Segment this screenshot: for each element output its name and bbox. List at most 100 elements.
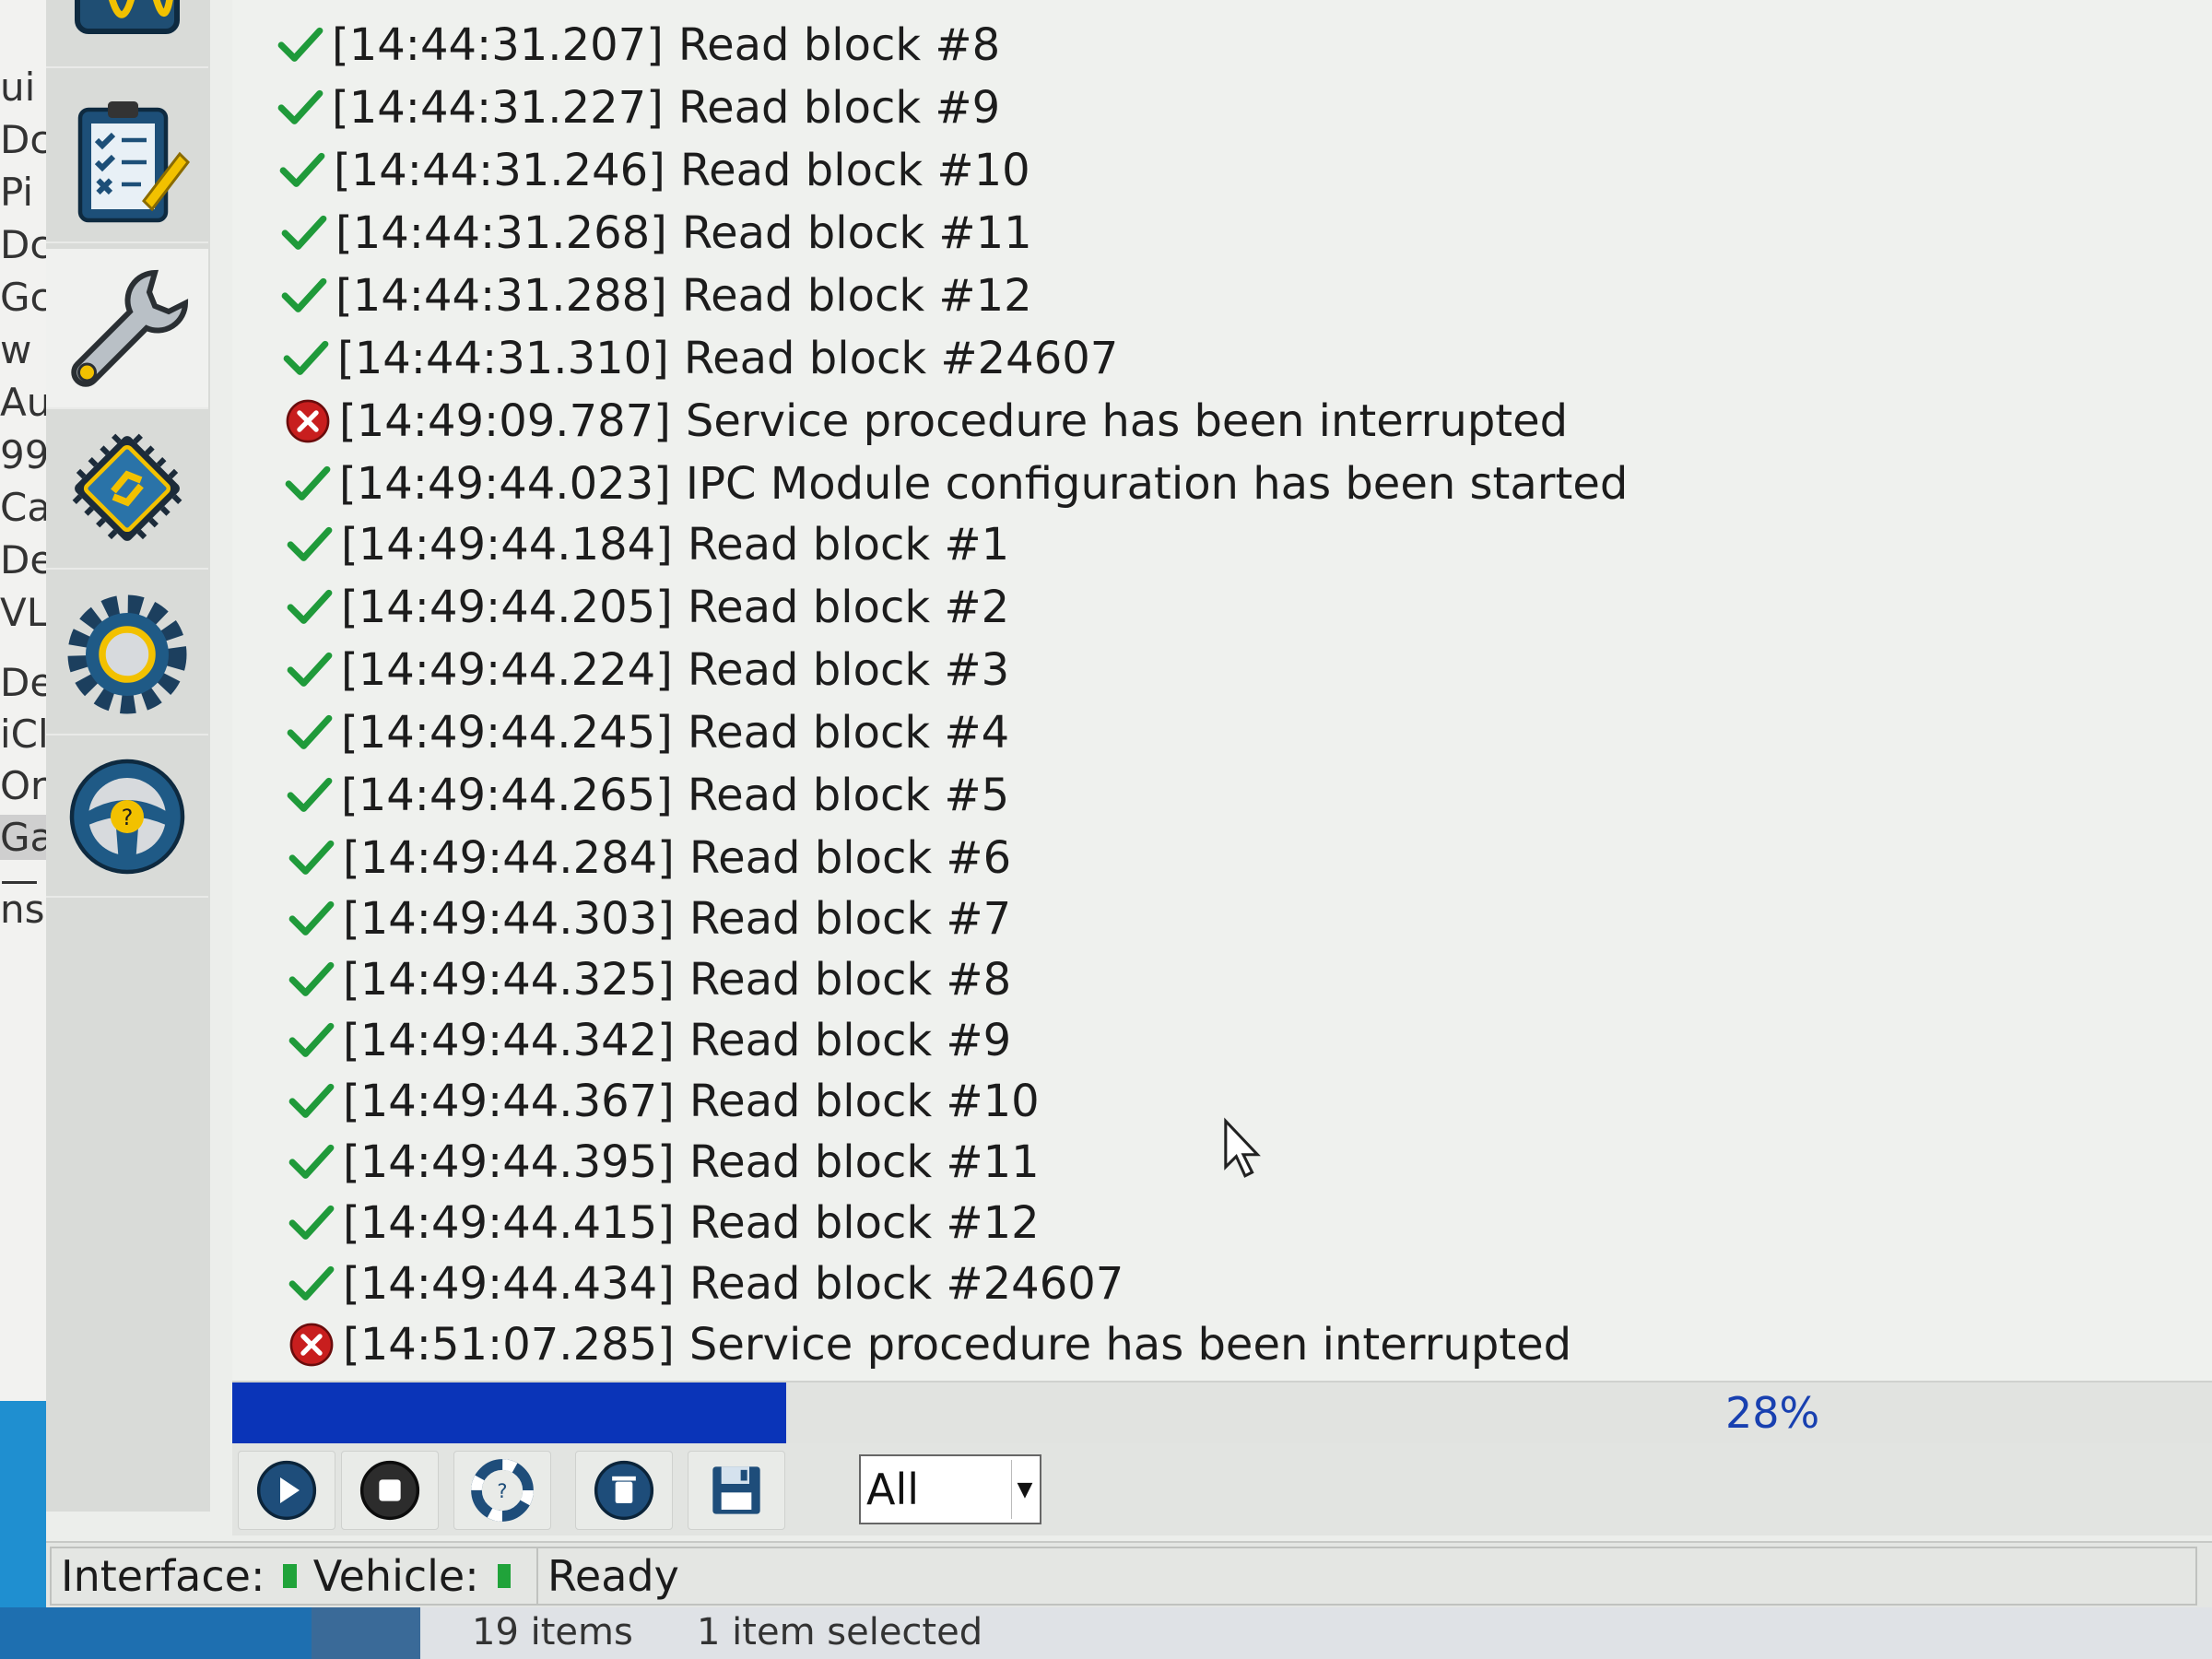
log-filter-value: All bbox=[866, 1465, 920, 1514]
tool-module-programming[interactable] bbox=[46, 409, 208, 570]
interface-label: Interface: bbox=[61, 1551, 265, 1601]
background-window: ui Dc Pi Dc Gc w Au 99 Ca De VL Des iCl … bbox=[0, 0, 50, 1401]
checkmark-icon bbox=[288, 1083, 335, 1118]
log-entry[interactable]: [14:49:44.303] Read block #7 bbox=[288, 888, 1011, 949]
log-entry[interactable]: [14:49:44.023] IPC Module configuration h… bbox=[284, 453, 1628, 514]
stop-button[interactable] bbox=[341, 1451, 439, 1530]
chevron-down-icon[interactable]: ▼ bbox=[1011, 1460, 1038, 1519]
lifebuoy-icon: ? bbox=[471, 1459, 534, 1522]
log-entry[interactable]: [14:44:31.310] Read block #24607 bbox=[282, 328, 1118, 389]
log-entry[interactable]: [14:44:31.227] Read block #9 bbox=[276, 77, 1000, 138]
log-entry[interactable]: [14:49:44.224] Read block #3 bbox=[286, 640, 1009, 700]
log-filter-select[interactable]: All ▼ bbox=[859, 1454, 1041, 1524]
log-timestamp: [14:49:44.023] bbox=[339, 458, 671, 510]
checkmark-icon bbox=[281, 277, 327, 312]
help-lifebuoy-button[interactable]: ? bbox=[453, 1451, 551, 1530]
bg-fragment: Or bbox=[0, 763, 47, 808]
vehicle-status-led bbox=[497, 1564, 511, 1588]
vehicle-label: Vehicle: bbox=[312, 1551, 479, 1601]
tool-help[interactable]: ? bbox=[46, 737, 208, 898]
log-message: Read block #9 bbox=[677, 82, 1001, 134]
progress-percent: 28% bbox=[1725, 1388, 1820, 1438]
log-entry[interactable]: [14:44:31.207] Read block #8 bbox=[276, 15, 1000, 76]
tool-settings[interactable] bbox=[46, 575, 208, 735]
log-entry[interactable]: [14:49:44.342] Read block #9 bbox=[288, 1010, 1011, 1071]
checkmark-icon bbox=[288, 1205, 335, 1240]
log-timestamp: [14:49:44.342] bbox=[343, 1015, 675, 1066]
log-timestamp: [14:44:31.268] bbox=[335, 207, 667, 259]
log-entry[interactable]: [14:49:44.284] Read block #6 bbox=[288, 828, 1011, 888]
checkmark-icon bbox=[277, 89, 324, 124]
play-icon bbox=[256, 1460, 317, 1521]
log-entry[interactable]: [14:49:44.434] Read block #24607 bbox=[288, 1253, 1124, 1314]
log-message: Read block #3 bbox=[687, 644, 1010, 696]
log-entry[interactable]: [14:49:44.265] Read block #5 bbox=[286, 765, 1009, 826]
log-timestamp: [14:49:09.787] bbox=[339, 395, 671, 447]
play-button[interactable] bbox=[238, 1451, 335, 1530]
log-entry[interactable]: [14:49:44.205] Read block #2 bbox=[286, 577, 1009, 638]
log-entry[interactable]: [14:44:31.288] Read block #12 bbox=[280, 265, 1032, 326]
log-message: Read block #9 bbox=[688, 1015, 1012, 1066]
svg-text:?: ? bbox=[122, 805, 134, 830]
log-timestamp: [14:49:44.325] bbox=[343, 954, 675, 1006]
log-timestamp: [14:51:07.285] bbox=[343, 1319, 675, 1371]
log-timestamp: [14:49:44.265] bbox=[341, 770, 673, 821]
save-log-button[interactable] bbox=[688, 1451, 785, 1530]
log-entry[interactable]: [14:49:44.184] Read block #1 bbox=[286, 514, 1009, 575]
log-entry[interactable]: [14:49:44.367] Read block #10 bbox=[288, 1071, 1040, 1132]
bg-fragment: De bbox=[0, 537, 50, 582]
log-timestamp: [14:49:44.303] bbox=[343, 893, 675, 945]
log-timestamp: [14:49:44.367] bbox=[343, 1076, 675, 1127]
log-entry[interactable]: [14:49:44.325] Read block #8 bbox=[288, 949, 1011, 1010]
log-message: Read block #5 bbox=[687, 770, 1010, 821]
explorer-status-bar: 19 items 1 item selected bbox=[0, 1607, 2212, 1659]
log-message: Read block #6 bbox=[688, 832, 1012, 884]
diagnostic-app-window: ? [14:44:31.207] Read block #8 [14:44:31.2… bbox=[46, 0, 2212, 1609]
checkmark-icon bbox=[277, 27, 324, 62]
tool-oscilloscope[interactable] bbox=[46, 0, 208, 68]
checkmark-icon bbox=[285, 465, 331, 500]
log-timestamp: [14:49:44.224] bbox=[341, 644, 673, 696]
log-entry[interactable]: [14:51:07.285] Service procedure has been… bbox=[288, 1314, 1571, 1375]
log-entry[interactable]: [14:49:44.245] Read block #4 bbox=[286, 702, 1009, 763]
log-entry[interactable]: [14:49:44.415] Read block #12 bbox=[288, 1193, 1040, 1253]
oscilloscope-icon bbox=[75, 0, 180, 34]
checkmark-icon bbox=[283, 340, 329, 375]
explorer-selection-count: 1 item selected bbox=[697, 1611, 983, 1653]
log-message: Service procedure has been interrupted bbox=[688, 1319, 1572, 1371]
checkmark-icon bbox=[288, 900, 335, 935]
bg-fragment: iCl bbox=[0, 712, 49, 757]
log-timestamp: [14:49:44.415] bbox=[343, 1197, 675, 1249]
log-message: Read block #24607 bbox=[688, 1258, 1124, 1310]
clear-log-button[interactable] bbox=[575, 1451, 673, 1530]
tool-wrench[interactable] bbox=[46, 249, 208, 409]
error-icon bbox=[286, 399, 330, 443]
tool-checklist[interactable] bbox=[46, 83, 208, 243]
log-timestamp: [14:49:44.434] bbox=[343, 1258, 675, 1310]
log-entry[interactable]: [14:44:31.246] Read block #10 bbox=[278, 140, 1030, 201]
log-entry[interactable]: [14:49:44.395] Read block #11 bbox=[288, 1132, 1040, 1193]
checkmark-icon bbox=[279, 152, 325, 187]
checkmark-icon bbox=[281, 215, 327, 250]
checkmark-icon bbox=[288, 1265, 335, 1300]
steering-wheel-help-icon: ? bbox=[69, 759, 185, 875]
log-entry[interactable]: [14:49:09.787] Service procedure has been… bbox=[284, 391, 1568, 452]
log-timestamp: [14:49:44.205] bbox=[341, 582, 673, 633]
app-state-text: Ready bbox=[547, 1551, 679, 1601]
checkmark-icon bbox=[287, 652, 333, 687]
status-bar: Interface: Vehicle: Ready bbox=[46, 1541, 2212, 1609]
log-message: Service procedure has been interrupted bbox=[685, 395, 1569, 447]
wrench-icon bbox=[71, 269, 189, 387]
log-timestamp: [14:49:44.284] bbox=[343, 832, 675, 884]
connection-status: Interface: Vehicle: bbox=[50, 1547, 538, 1606]
log-message: Read block #24607 bbox=[683, 333, 1119, 384]
log-message: Read block #11 bbox=[681, 207, 1032, 259]
log-timestamp: [14:44:31.227] bbox=[332, 82, 664, 134]
bg-fragment: Ga bbox=[0, 815, 50, 860]
bg-fragment: w bbox=[0, 327, 32, 372]
log-message: Read block #4 bbox=[687, 707, 1010, 759]
log-timestamp: [14:49:44.184] bbox=[341, 519, 673, 571]
floppy-disk-icon bbox=[712, 1466, 760, 1514]
svg-text:?: ? bbox=[497, 1480, 507, 1502]
log-entry[interactable]: [14:44:31.268] Read block #11 bbox=[280, 203, 1032, 264]
